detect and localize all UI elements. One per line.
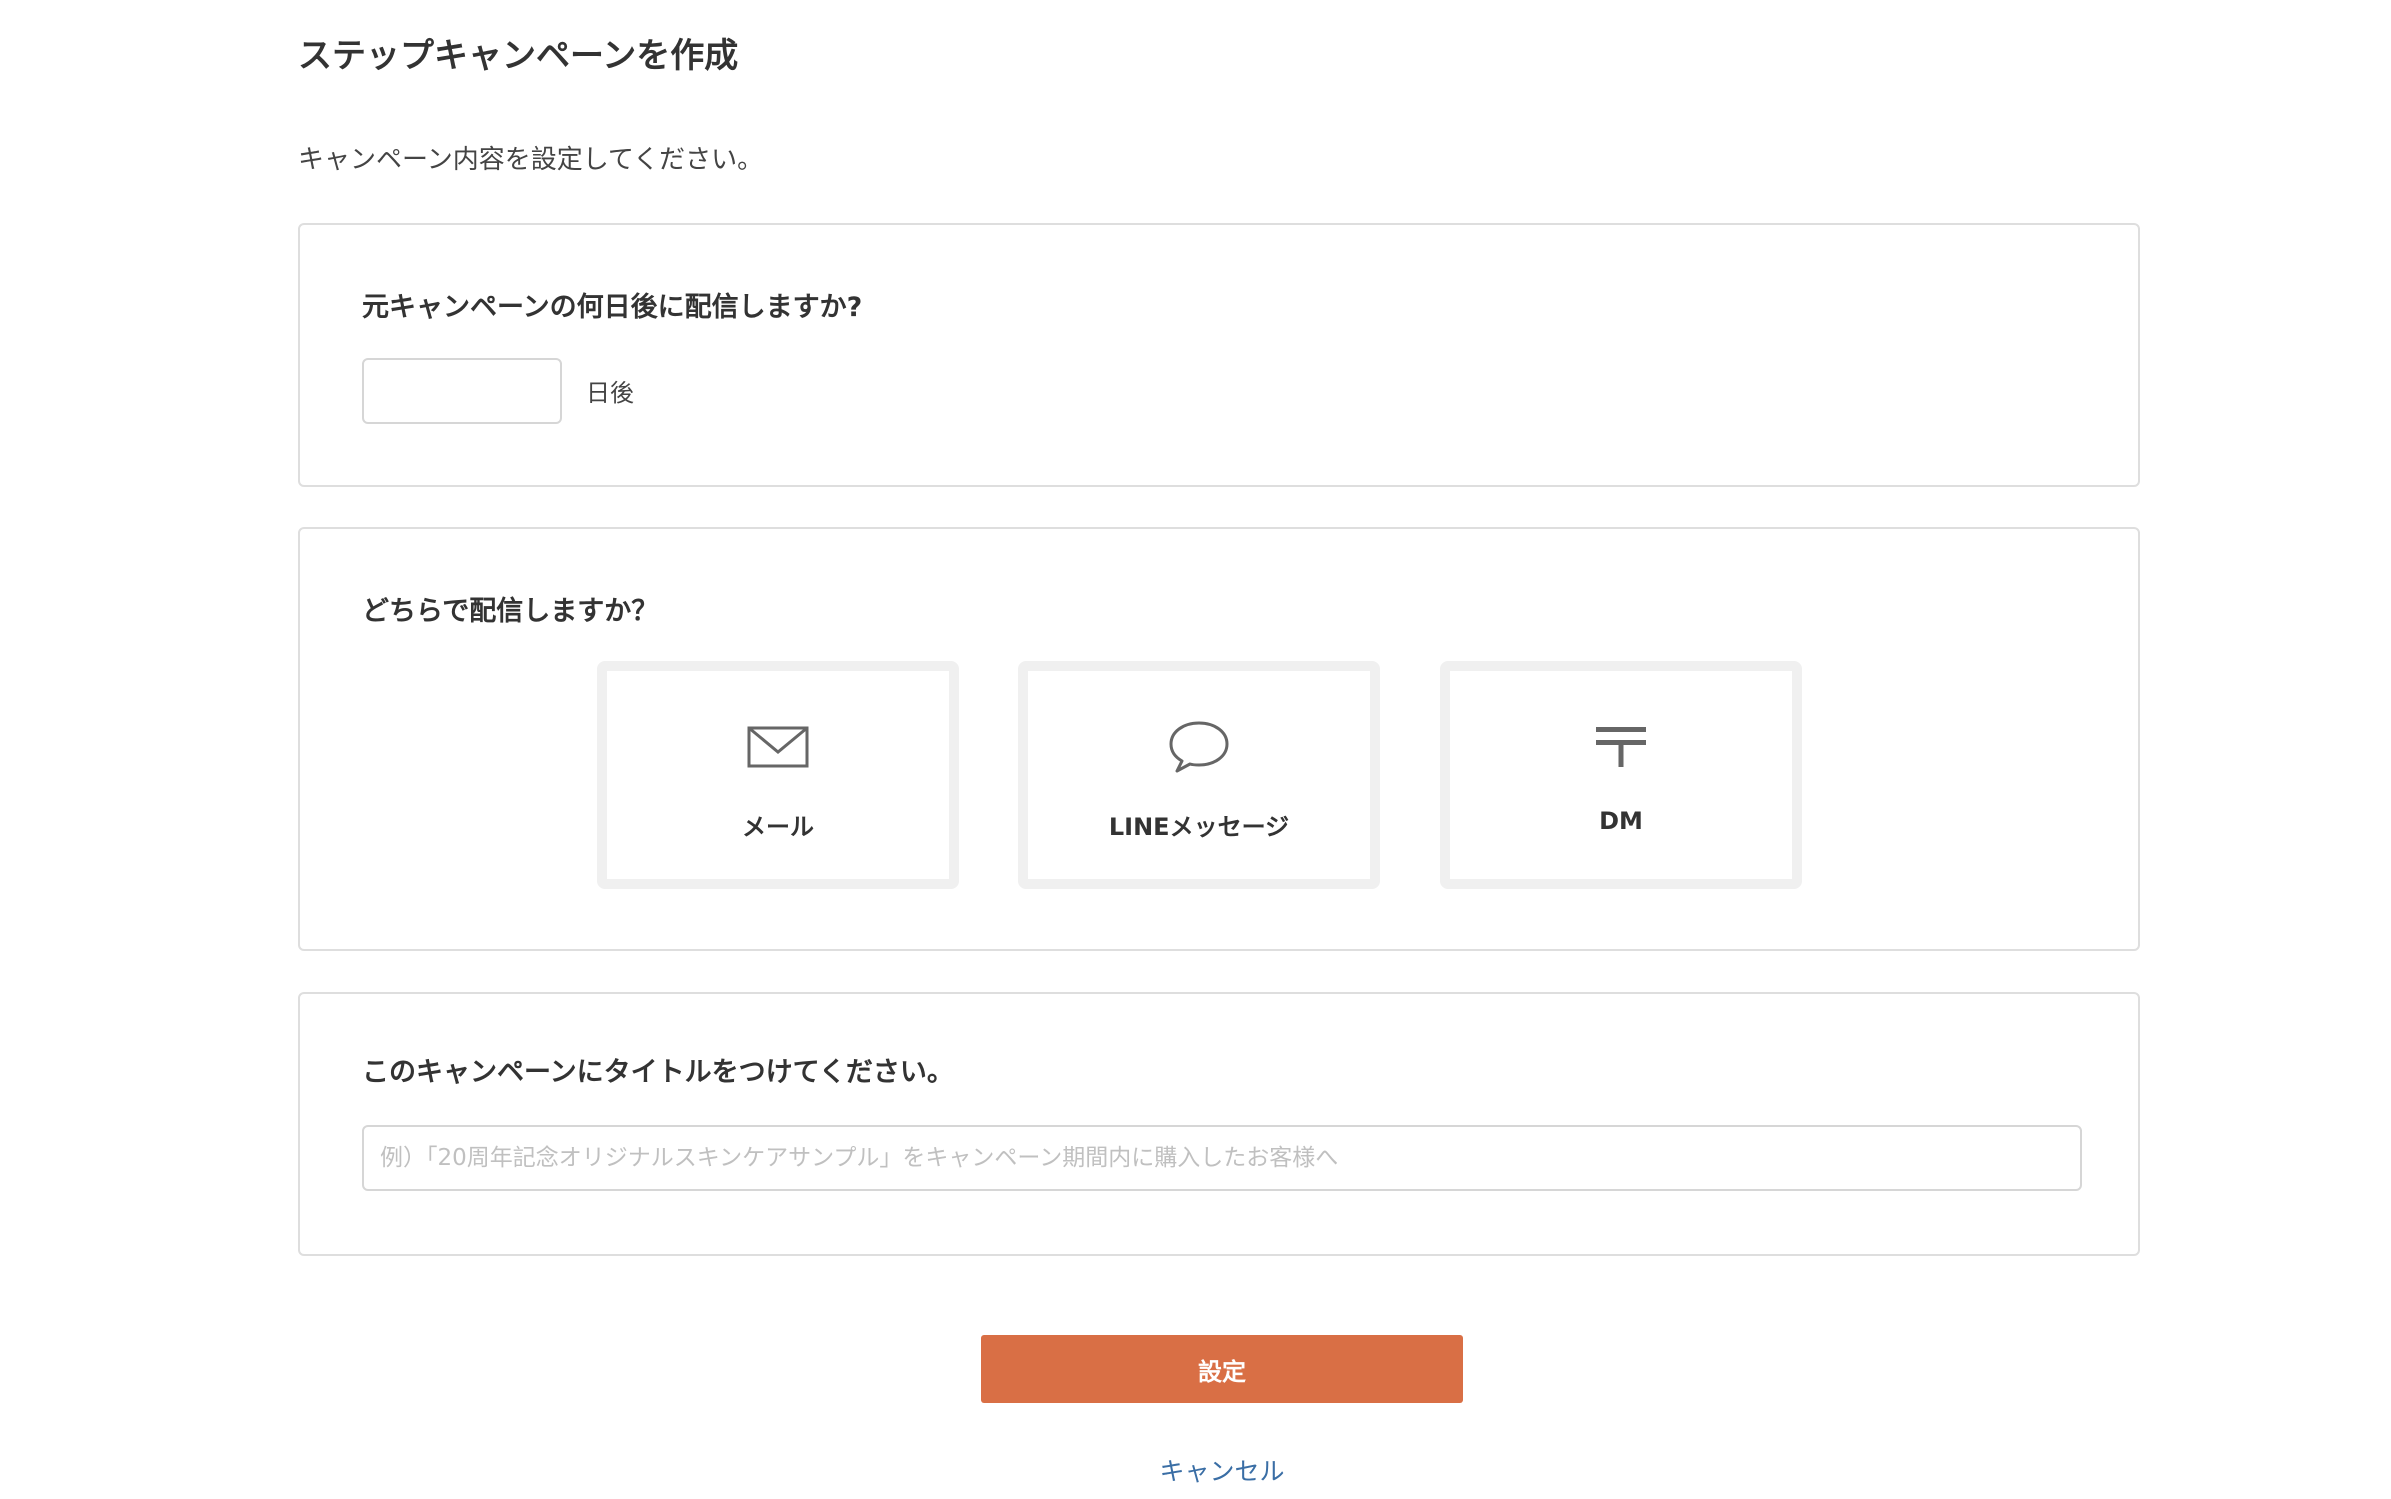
speech-bubble-icon (1164, 717, 1234, 777)
campaign-title-card: このキャンペーンにタイトルをつけてください。 (298, 992, 2140, 1256)
channel-option-mail[interactable]: メール (597, 661, 959, 889)
page-title: ステップキャンペーンを作成 (298, 36, 739, 76)
page-subtitle: キャンペーン内容を設定してください。 (298, 145, 764, 175)
cancel-link[interactable]: キャンセル (981, 1452, 1463, 1488)
channel-option-dm[interactable]: DM (1440, 661, 1802, 889)
channel-label-dm: DM (1599, 807, 1643, 835)
days-delay-input[interactable] (362, 358, 562, 424)
channel-heading: どちらで配信しますか？ (362, 596, 659, 627)
channel-card: どちらで配信しますか？ メール LINEメッセージ DM (298, 527, 2140, 951)
channel-label-mail: メール (742, 813, 814, 841)
days-delay-card: 元キャンペーンの何日後に配信しますか? 日後 (298, 223, 2140, 487)
submit-button[interactable]: 設定 (981, 1335, 1463, 1403)
campaign-title-input[interactable] (362, 1125, 2082, 1191)
days-delay-heading: 元キャンペーンの何日後に配信しますか? (362, 292, 863, 323)
campaign-title-heading: このキャンペーンにタイトルをつけてください。 (362, 1057, 954, 1088)
days-suffix-label: 日後 (586, 379, 634, 407)
channel-label-line: LINEメッセージ (1108, 813, 1290, 841)
channel-option-line[interactable]: LINEメッセージ (1018, 661, 1380, 889)
envelope-icon (743, 717, 813, 777)
postal-mark-icon (1586, 717, 1656, 777)
